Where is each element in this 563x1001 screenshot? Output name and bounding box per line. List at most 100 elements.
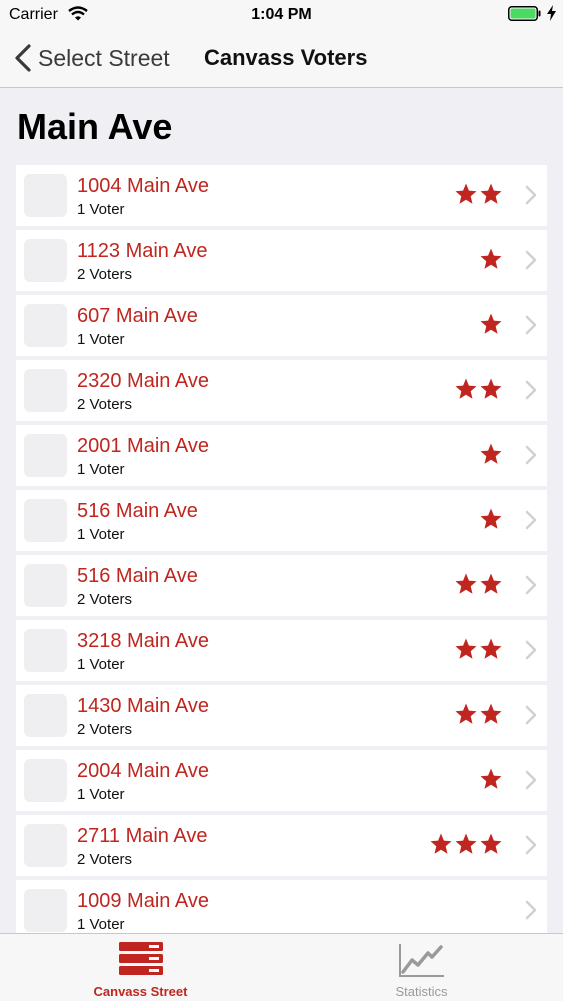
tab-statistics[interactable]: Statistics — [281, 934, 562, 1001]
nav-title: Canvass Voters — [204, 45, 368, 70]
star-icon — [480, 378, 502, 399]
house-address: 3218 Main Ave — [77, 630, 209, 652]
house-address: 1430 Main Ave — [77, 695, 209, 717]
house-row[interactable]: 1430 Main Ave 2 Voters — [16, 685, 547, 746]
star-icon — [455, 703, 477, 724]
priority-rating — [479, 507, 503, 531]
priority-rating — [454, 182, 503, 206]
house-row[interactable]: 516 Main Ave 1 Voter — [16, 490, 547, 551]
voter-count: 1 Voter — [77, 461, 125, 478]
voter-count: 2 Voters — [77, 721, 133, 738]
tab-bar: Canvass Street Statistics — [0, 933, 563, 1001]
house-thumbnail — [24, 824, 67, 867]
house-thumbnail — [24, 629, 67, 672]
statistics-icon — [398, 944, 444, 977]
star-icon — [480, 313, 502, 334]
star-icon — [455, 573, 477, 594]
house-row[interactable]: 1009 Main Ave 1 Voter — [16, 880, 547, 933]
star-icon — [480, 833, 502, 854]
house-row[interactable]: 1004 Main Ave 1 Voter — [16, 165, 547, 226]
chevron-left-icon — [15, 44, 31, 72]
house-address: 2711 Main Ave — [77, 825, 208, 847]
priority-rating — [429, 832, 503, 856]
house-thumbnail — [24, 434, 67, 477]
house-row[interactable]: 2320 Main Ave 2 Voters — [16, 360, 547, 421]
back-button-label: Select Street — [38, 44, 170, 71]
star-icon — [455, 833, 477, 854]
chevron-right-icon — [525, 380, 537, 400]
house-row[interactable]: 1123 Main Ave 2 Voters — [16, 230, 547, 291]
navigation-bar: Select Street Canvass Voters — [0, 30, 563, 88]
priority-rating — [454, 637, 503, 661]
star-icon — [455, 638, 477, 659]
page-title: Main Ave — [17, 106, 173, 147]
chevron-right-icon — [525, 315, 537, 335]
house-address: 1004 Main Ave — [77, 175, 209, 197]
house-thumbnail — [24, 889, 67, 932]
house-row[interactable]: 2004 Main Ave 1 Voter — [16, 750, 547, 811]
tab-canvass-street-label: Canvass Street — [93, 984, 188, 999]
house-row[interactable]: 2001 Main Ave 1 Voter — [16, 425, 547, 486]
back-button[interactable]: Select Street — [14, 42, 170, 74]
star-icon — [480, 508, 502, 529]
star-icon — [480, 443, 502, 464]
house-address: 1123 Main Ave — [77, 240, 208, 262]
star-icon — [430, 833, 452, 854]
voter-count: 1 Voter — [77, 331, 125, 348]
house-address: 2001 Main Ave — [77, 435, 209, 457]
battery-icon — [508, 6, 541, 21]
house-row[interactable]: 516 Main Ave 2 Voters — [16, 555, 547, 616]
house-address: 2320 Main Ave — [77, 370, 209, 392]
chevron-right-icon — [525, 900, 537, 920]
star-icon — [455, 378, 477, 399]
house-thumbnail — [24, 304, 67, 347]
chevron-right-icon — [525, 185, 537, 205]
star-icon — [480, 248, 502, 269]
chevron-right-icon — [525, 250, 537, 270]
house-list: 1004 Main Ave 1 Voter 1123 Main Ave 2 Voter… — [16, 165, 547, 933]
priority-rating — [454, 572, 503, 596]
chevron-right-icon — [525, 510, 537, 530]
star-icon — [480, 183, 502, 204]
voter-count: 2 Voters — [77, 851, 133, 868]
house-row[interactable]: 3218 Main Ave 1 Voter — [16, 620, 547, 681]
star-icon — [455, 183, 477, 204]
house-thumbnail — [24, 239, 67, 282]
house-address: 1009 Main Ave — [77, 890, 209, 912]
chevron-right-icon — [525, 640, 537, 660]
status-time: 1:04 PM — [251, 6, 312, 23]
house-thumbnail — [24, 369, 67, 412]
priority-rating — [454, 702, 503, 726]
charging-bolt-icon — [547, 5, 556, 21]
priority-rating — [479, 442, 503, 466]
voter-count: 1 Voter — [77, 201, 125, 218]
house-thumbnail — [24, 174, 67, 217]
priority-rating — [479, 247, 503, 271]
chevron-right-icon — [525, 705, 537, 725]
house-thumbnail — [24, 564, 67, 607]
status-bar: Carrier 1:04 PM — [0, 0, 563, 30]
chevron-right-icon — [525, 770, 537, 790]
tab-canvass-street[interactable]: Canvass Street — [0, 934, 281, 1001]
chevron-right-icon — [525, 575, 537, 595]
star-icon — [480, 703, 502, 724]
house-thumbnail — [24, 759, 67, 802]
priority-rating — [479, 312, 503, 336]
house-thumbnail — [24, 499, 67, 542]
voter-count: 1 Voter — [77, 656, 125, 673]
chevron-right-icon — [525, 445, 537, 465]
star-icon — [480, 573, 502, 594]
star-icon — [480, 638, 502, 659]
house-thumbnail — [24, 694, 67, 737]
house-address: 2004 Main Ave — [77, 760, 209, 782]
house-address: 516 Main Ave — [77, 565, 198, 587]
house-row[interactable]: 607 Main Ave 1 Voter — [16, 295, 547, 356]
house-address: 607 Main Ave — [77, 305, 198, 327]
priority-rating — [479, 767, 503, 791]
content-area: Main Ave 1004 Main Ave 1 Voter 1123 Main A… — [0, 88, 563, 933]
house-row[interactable]: 2711 Main Ave 2 Voters — [16, 815, 547, 876]
voter-count: 2 Voters — [77, 266, 133, 283]
tab-statistics-label: Statistics — [395, 984, 448, 999]
house-address: 516 Main Ave — [77, 500, 198, 522]
voter-count: 1 Voter — [77, 786, 125, 803]
